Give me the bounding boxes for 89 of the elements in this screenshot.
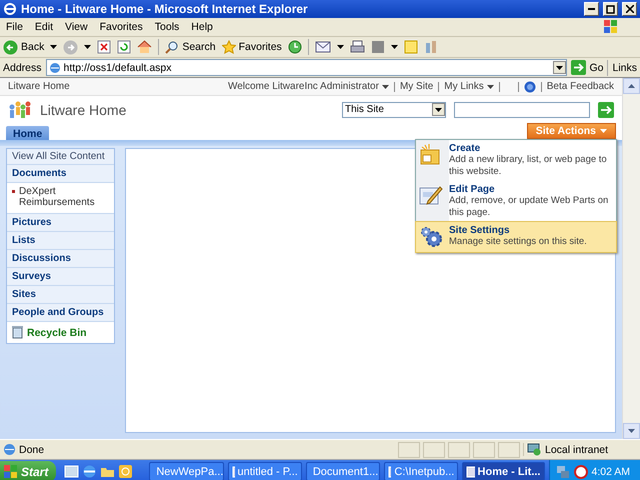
back-button[interactable]: Back bbox=[3, 40, 44, 54]
windows-logo-icon bbox=[604, 20, 618, 34]
nav-heading[interactable]: Sites bbox=[7, 286, 114, 304]
nav-heading[interactable]: Surveys bbox=[7, 268, 114, 286]
caret-icon bbox=[50, 45, 58, 49]
scroll-up-icon bbox=[628, 84, 635, 88]
refresh-icon[interactable] bbox=[117, 40, 132, 54]
go-button[interactable]: Go bbox=[571, 60, 604, 75]
menu-item[interactable]: Help bbox=[185, 21, 219, 33]
menu-item[interactable]: Create Add a new library, list, or web page to this website. bbox=[416, 140, 616, 181]
links-button[interactable]: Links bbox=[612, 62, 637, 74]
nav-heading[interactable]: Discussions bbox=[7, 250, 114, 268]
nav-heading[interactable]: Pictures bbox=[7, 214, 114, 232]
taskbar-button[interactable]: Home - Lit... bbox=[462, 462, 544, 480]
status-pane bbox=[448, 442, 470, 458]
scope-dropdown[interactable]: This Site bbox=[342, 102, 446, 118]
taskbar-button[interactable]: untitled - P... bbox=[228, 462, 302, 480]
menu-item[interactable]: Edit Page Add, remove, or update Web Parts on this page. bbox=[416, 181, 616, 222]
window-title: Home - Litware Home - Microsoft Internet Explorer bbox=[21, 2, 308, 16]
media-icon[interactable] bbox=[118, 464, 134, 479]
home-icon[interactable] bbox=[137, 40, 152, 54]
top-link[interactable]: Welcome LitwareInc Administrator bbox=[228, 81, 389, 92]
status-pane bbox=[423, 442, 445, 458]
search-field[interactable] bbox=[454, 102, 590, 118]
caret-icon bbox=[84, 45, 92, 49]
caret-icon bbox=[336, 45, 344, 49]
page-icon bbox=[3, 443, 16, 456]
search-icon bbox=[165, 40, 180, 54]
app-icon bbox=[388, 466, 392, 478]
app-icon bbox=[232, 466, 234, 478]
menu-item[interactable]: Tools bbox=[148, 21, 186, 33]
intranet-icon bbox=[527, 443, 541, 456]
taskbar-button[interactable]: NewWepPa... bbox=[149, 462, 224, 480]
mail-icon[interactable] bbox=[314, 41, 331, 53]
recycle-bin-icon bbox=[12, 326, 23, 339]
menu-item[interactable]: Edit bbox=[28, 21, 60, 33]
history-icon[interactable] bbox=[288, 40, 302, 54]
browser-icon bbox=[3, 2, 17, 16]
scroll-down-icon bbox=[628, 429, 635, 433]
nav-heading[interactable]: Lists bbox=[7, 232, 114, 250]
view-all-link[interactable]: View All Site Content bbox=[7, 149, 114, 165]
app-icon bbox=[466, 466, 475, 478]
scrollbar[interactable] bbox=[622, 78, 640, 439]
menu-item[interactable]: Site Settings Manage site settings on this site. bbox=[416, 222, 616, 252]
clock: 4:02 AM bbox=[592, 466, 630, 478]
arrow-icon bbox=[571, 60, 586, 75]
pencil-icon bbox=[419, 184, 443, 208]
bullet-icon bbox=[12, 190, 15, 193]
close-button[interactable] bbox=[622, 2, 637, 16]
close-icon bbox=[626, 5, 634, 13]
search-go-icon[interactable] bbox=[598, 102, 614, 118]
windows-logo-icon bbox=[4, 464, 18, 478]
status-pane bbox=[473, 442, 495, 458]
favorites-button[interactable]: Favorites bbox=[222, 40, 282, 54]
address-label: Address bbox=[3, 62, 42, 74]
page-icon bbox=[48, 62, 61, 74]
dropdown-icon bbox=[556, 66, 564, 70]
people-logo-icon bbox=[8, 100, 32, 118]
caret-icon bbox=[390, 45, 398, 49]
beta-feedback-link[interactable]: Beta Feedback bbox=[546, 81, 614, 92]
caret-icon bbox=[600, 129, 607, 133]
antivirus-icon[interactable] bbox=[574, 464, 588, 478]
browser-icon[interactable] bbox=[82, 464, 98, 479]
star-icon bbox=[222, 40, 236, 54]
top-link[interactable]: My Site bbox=[400, 81, 434, 92]
top-link[interactable]: My Links bbox=[444, 81, 494, 92]
zone-text: Local intranet bbox=[545, 444, 608, 456]
help-icon[interactable] bbox=[524, 80, 536, 92]
taskbar-button[interactable]: C:\Inetpub... bbox=[384, 462, 458, 480]
search-button[interactable]: Search bbox=[165, 40, 216, 54]
maximize-button[interactable] bbox=[603, 2, 618, 16]
minimize-icon bbox=[588, 8, 595, 10]
printer-icon[interactable] bbox=[350, 40, 365, 54]
menu-item[interactable]: View bbox=[59, 21, 94, 33]
status-pane bbox=[398, 442, 420, 458]
menu-item[interactable]: File bbox=[0, 21, 29, 33]
minimize-button[interactable] bbox=[584, 2, 599, 16]
dropdown-icon bbox=[435, 108, 442, 112]
menu-item[interactable]: Favorites bbox=[94, 21, 149, 33]
site-title: Litware Home bbox=[40, 102, 128, 118]
gear-icon bbox=[419, 225, 443, 249]
maximize-icon bbox=[606, 4, 615, 14]
stop-icon[interactable] bbox=[97, 40, 112, 54]
desktop-icon[interactable] bbox=[64, 464, 80, 479]
status-text: Done bbox=[19, 444, 46, 456]
address-field[interactable]: http://oss1/default.aspx bbox=[46, 59, 568, 76]
taskbar-button[interactable]: Document1... bbox=[306, 462, 380, 480]
breadcrumb-link[interactable]: Litware Home bbox=[8, 81, 70, 92]
status-pane bbox=[498, 442, 520, 458]
